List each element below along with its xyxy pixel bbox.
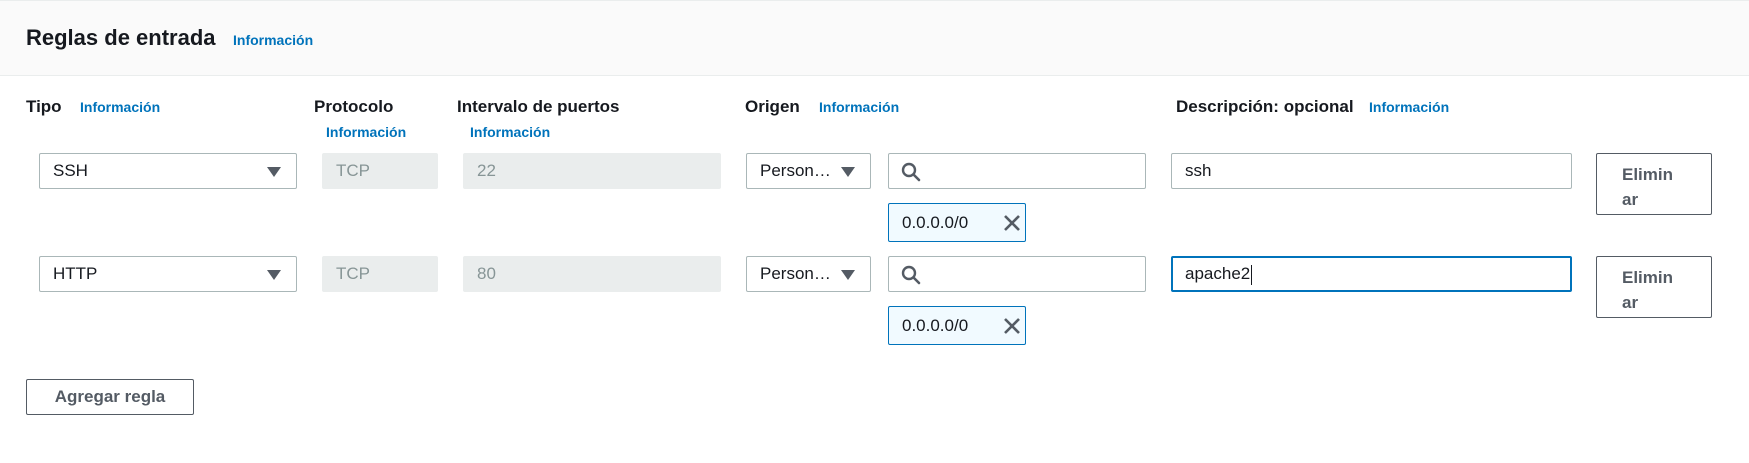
close-icon[interactable] xyxy=(1001,315,1023,337)
protocolo-info-link[interactable]: Información xyxy=(326,124,406,140)
port-range-field: 80 xyxy=(463,256,721,292)
type-select-value: SSH xyxy=(53,161,88,180)
port-range-field: 22 xyxy=(463,153,721,189)
delete-rule-button[interactable]: Elimin ar xyxy=(1596,153,1712,215)
chevron-down-icon xyxy=(267,270,281,280)
descripcion-info-link[interactable]: Información xyxy=(1369,99,1449,115)
origen-info-link[interactable]: Información xyxy=(819,99,899,115)
delete-label-line1: Elimin xyxy=(1622,165,1674,184)
description-value: ssh xyxy=(1185,161,1212,180)
intervalo-info-link[interactable]: Información xyxy=(470,124,550,140)
add-rule-button[interactable]: Agregar regla xyxy=(26,379,194,415)
column-label-tipo: Tipo xyxy=(26,97,62,116)
panel-header: Reglas de entrada Información xyxy=(0,0,1749,76)
chevron-down-icon xyxy=(841,167,855,177)
header-info-link[interactable]: Información xyxy=(233,32,313,48)
column-label-intervalo: Intervalo de puertos xyxy=(457,97,620,116)
text-cursor xyxy=(1251,264,1253,285)
source-cidr-value: 0.0.0.0/0 xyxy=(902,316,969,335)
panel-title: Reglas de entrada xyxy=(26,25,216,50)
source-search-box xyxy=(888,256,1146,292)
delete-label-line2: ar xyxy=(1622,190,1639,209)
source-search-box xyxy=(888,153,1146,189)
delete-label-line1: Elimin xyxy=(1622,268,1674,287)
source-type-select[interactable]: Person… xyxy=(746,153,871,189)
close-icon[interactable] xyxy=(1001,212,1023,234)
source-type-value: Person… xyxy=(760,161,831,180)
source-type-select[interactable]: Person… xyxy=(746,256,871,292)
search-icon xyxy=(901,162,921,182)
type-select-value: HTTP xyxy=(53,264,98,283)
source-cidr-value: 0.0.0.0/0 xyxy=(902,213,969,232)
protocol-field: TCP xyxy=(322,256,438,292)
source-cidr-token: 0.0.0.0/0 xyxy=(888,306,1026,345)
delete-label-line2: ar xyxy=(1622,293,1639,312)
search-icon xyxy=(901,265,921,285)
description-input[interactable]: apache2 xyxy=(1171,256,1572,292)
delete-rule-button[interactable]: Elimin ar xyxy=(1596,256,1712,318)
type-select[interactable]: HTTP xyxy=(39,256,297,292)
source-cidr-token: 0.0.0.0/0 xyxy=(888,203,1026,242)
source-search-input[interactable] xyxy=(931,261,1105,289)
source-search-input[interactable] xyxy=(931,158,1105,186)
chevron-down-icon xyxy=(267,167,281,177)
column-label-origen: Origen xyxy=(745,97,800,116)
source-type-value: Person… xyxy=(760,264,831,283)
column-label-descripcion: Descripción: opcional xyxy=(1176,97,1354,116)
tipo-info-link[interactable]: Información xyxy=(80,99,160,115)
type-select[interactable]: SSH xyxy=(39,153,297,189)
chevron-down-icon xyxy=(841,270,855,280)
description-value: apache2 xyxy=(1185,264,1251,283)
description-input[interactable]: ssh xyxy=(1171,153,1572,189)
protocol-field: TCP xyxy=(322,153,438,189)
column-label-protocolo: Protocolo xyxy=(314,97,394,116)
